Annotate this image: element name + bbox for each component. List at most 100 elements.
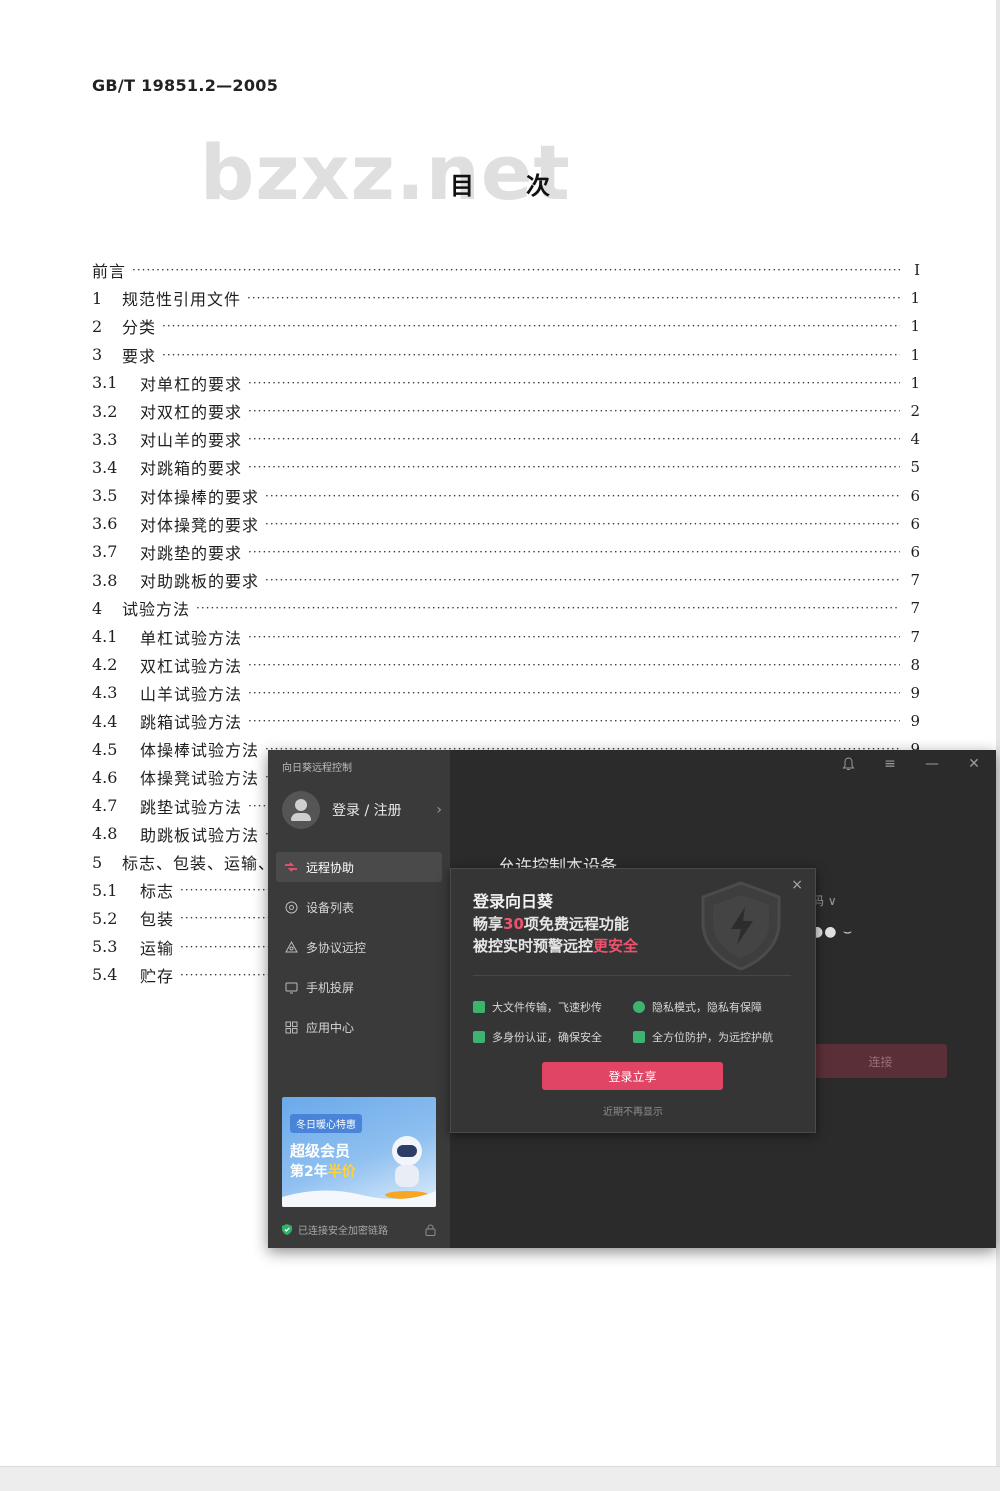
sidebar-item-app-center[interactable]: 应用中心 (276, 1012, 442, 1042)
popup-benefit-line: 畅享30项免费远程功能 (473, 915, 629, 933)
toc-entry-number: 3 (92, 345, 113, 365)
lock-icon[interactable] (425, 1224, 436, 1236)
toc-entry-page: 7 (910, 627, 920, 646)
avatar[interactable] (282, 791, 320, 829)
sidebar-item-label: 手机投屏 (306, 980, 355, 995)
feature-text: 全方位防护，为远控护航 (652, 1031, 773, 1044)
toc-entry-title: 运输 (140, 938, 175, 958)
toc-leader-dots: ········································… (162, 347, 900, 362)
shield-lightning-icon (701, 881, 781, 971)
shield-check-icon (633, 1031, 645, 1043)
toc-leader-dots: ········································… (265, 488, 900, 503)
toc-entry-title: 双杠试验方法 (140, 656, 243, 676)
sidebar-item-multi-protocol[interactable]: 多协议远控 (276, 932, 442, 962)
identity-icon (473, 1031, 485, 1043)
toc-entry-title: 对体操凳的要求 (140, 515, 260, 535)
toc-entry-number: 4.4 (92, 711, 128, 731)
toc-entry-page: 9 (910, 712, 920, 731)
toc-leader-dots: ········································… (132, 263, 900, 278)
toc-entry: 4.1 单杠试验方法 ······························… (92, 622, 920, 650)
secure-link-status: 已连接安全加密链路 (282, 1222, 436, 1237)
viewer-bottom-bar (0, 1466, 1000, 1491)
toc-entry: 3.2 对双杠的要求 ······························… (92, 397, 920, 425)
sidebar-item-label: 应用中心 (306, 1020, 355, 1035)
close-icon[interactable]: ✕ (966, 756, 982, 772)
toc-entry-title: 要求 (122, 346, 157, 366)
toc-entry-page: 4 (910, 430, 920, 449)
toc-entry-page: 7 (910, 571, 920, 590)
phone-cast-icon (284, 980, 298, 994)
toc-leader-dots: ········································… (247, 291, 900, 306)
sidebar-nav: 远程协助设备列表多协议远控手机投屏应用中心 (276, 852, 442, 1052)
toc-entry: 4.4 跳箱试验方法 ······························… (92, 707, 920, 735)
snow-ground (282, 1190, 436, 1207)
toc-entry: 3.1 对单杠的要求 ······························… (92, 369, 920, 397)
toc-leader-dots: ········································… (162, 319, 900, 334)
feature-text: 大文件传输，飞速秒传 (492, 1001, 602, 1014)
toc-entry-number: 5 (92, 852, 113, 872)
feature-item: 大文件传输，飞速秒传 (473, 999, 602, 1015)
toc-entry-number: 4.8 (92, 824, 128, 844)
login-popup: × 登录向日葵 畅享30项免费远程功能 被控实时预警远控更安全 大文件传输，飞速… (450, 868, 816, 1133)
sidebar-item-phone-cast[interactable]: 手机投屏 (276, 972, 442, 1002)
toc-entry-number: 4.1 (92, 627, 128, 647)
menu-icon[interactable]: ≡ (882, 756, 898, 772)
bell-icon[interactable] (840, 756, 856, 772)
sidebar-item-remote-assist[interactable]: 远程协助 (276, 852, 442, 882)
promo-banner[interactable]: 冬日暖心特惠 超级会员 第2年半价 (282, 1097, 436, 1207)
toc-entry-title: 对跳箱的要求 (140, 459, 243, 479)
connect-button[interactable]: 连接 (814, 1044, 947, 1078)
toc-entry-title: 试验方法 (122, 600, 191, 620)
toc-entry-title: 山羊试验方法 (140, 684, 243, 704)
toc-entry-title: 体操棒试验方法 (140, 741, 260, 761)
toc-leader-dots: ········································… (248, 685, 900, 700)
toc-entry-title: 跳垫试验方法 (140, 797, 243, 817)
toc-entry-number: 3.4 (92, 457, 128, 477)
toc-entry: 前言 ······································… (92, 256, 920, 284)
feature-item: 全方位防护，为远控护航 (633, 1029, 773, 1045)
shield-check-icon (282, 1224, 292, 1235)
toc-entry-number: 3.5 (92, 486, 128, 506)
folder-icon (473, 1001, 485, 1013)
toc-entry-title: 贮存 (140, 966, 175, 986)
toc-entry-page: 1 (910, 373, 920, 392)
login-register-entry[interactable]: 登录 / 注册 › (282, 790, 442, 830)
toc-entry-title: 跳箱试验方法 (140, 713, 243, 733)
toc-entry-title: 对双杠的要求 (140, 403, 243, 423)
toc-entry-title: 单杠试验方法 (140, 628, 243, 648)
promo-subtitle: 第2年半价 (290, 1164, 356, 1180)
toc-leader-dots: ········································… (248, 404, 900, 419)
login-benefits-button[interactable]: 登录立享 (542, 1062, 723, 1090)
toc-entry-page: 2 (910, 402, 920, 421)
promo-tag: 冬日暖心特惠 (290, 1114, 362, 1133)
toc-entry-number: 3.6 (92, 514, 128, 534)
window-title: 向日葵远程控制 (282, 763, 352, 774)
toc-entry-number: 4.5 (92, 739, 128, 759)
sidebar: 向日葵远程控制 登录 / 注册 › 远程协助 设备列表 多协议远控 手机投屏 应用中心 … (268, 750, 450, 1248)
multi-protocol-icon (284, 940, 298, 954)
toc-entry: 3.6 对体操凳的要求 ·····························… (92, 510, 920, 538)
popup-close-icon[interactable]: × (791, 877, 803, 893)
toc-entry: 1 规范性引用文件 ·······························… (92, 284, 920, 312)
toc-entry-title: 对助跳板的要求 (140, 572, 260, 592)
sidebar-item-device-list[interactable]: 设备列表 (276, 892, 442, 922)
toc-entry-title: 助跳板试验方法 (140, 825, 260, 845)
toc-entry-page: 7 (910, 599, 920, 618)
user-icon (291, 799, 311, 821)
password-mask[interactable]: ●● ⌣ (811, 924, 853, 940)
feature-text: 隐私模式，隐私有保障 (652, 1001, 762, 1014)
toc-entry-number: 5.2 (92, 908, 128, 928)
toc-entry-number: 5.3 (92, 937, 128, 957)
feature-text: 多身份认证，确保安全 (492, 1031, 602, 1044)
toc-entry-page: 1 (910, 345, 920, 364)
toc-entry: 4.3 山羊试验方法 ······························… (92, 679, 920, 707)
login-register-label: 登录 / 注册 (332, 803, 402, 819)
toc-entry-page: 1 (910, 289, 920, 308)
toc-entry-title: 体操凳试验方法 (140, 769, 260, 789)
toc-entry-page: 5 (910, 458, 920, 477)
toc-entry-page: 9 (910, 683, 920, 702)
toc-entry-number: 5.4 (92, 965, 128, 985)
dont-show-again-link[interactable]: 近期不再显示 (451, 1103, 815, 1118)
toc-entry-title: 包装 (140, 910, 175, 930)
minimize-icon[interactable]: — (924, 756, 940, 772)
